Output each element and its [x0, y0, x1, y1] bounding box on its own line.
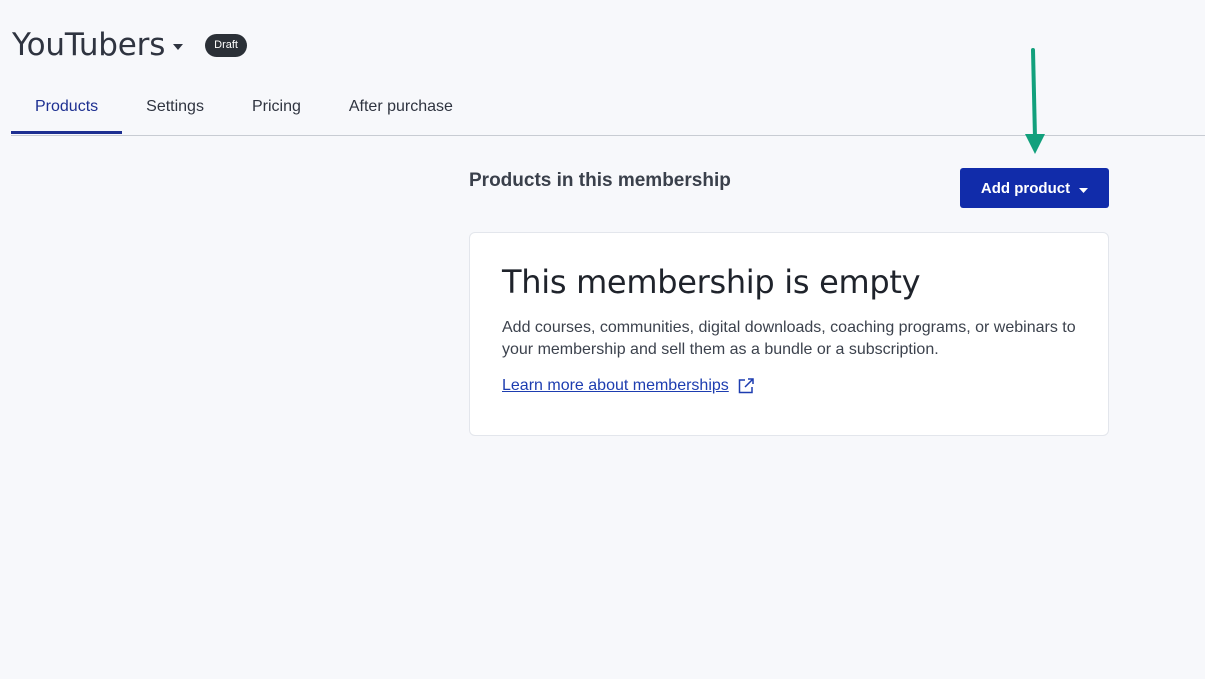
- empty-state-card: This membership is empty Add courses, co…: [469, 232, 1109, 436]
- caret-down-icon: [1079, 180, 1089, 197]
- empty-state-description: Add courses, communities, digital downlo…: [502, 319, 1076, 358]
- learn-more-label: Learn more about memberships: [502, 377, 729, 394]
- membership-title-dropdown[interactable]: YouTubers: [12, 24, 184, 66]
- status-badge: Draft: [205, 33, 247, 57]
- section-title: Products in this membership: [469, 170, 731, 191]
- add-product-button[interactable]: Add product: [960, 168, 1109, 208]
- add-product-label: Add product: [980, 179, 1071, 197]
- tab-settings[interactable]: Settings: [122, 84, 228, 134]
- external-link-icon: [738, 378, 754, 394]
- tab-after-purchase[interactable]: After purchase: [325, 84, 477, 134]
- page-title: YouTubers: [12, 27, 166, 63]
- tab-pricing[interactable]: Pricing: [228, 84, 325, 134]
- arrow-down-icon: [1025, 48, 1045, 154]
- page: YouTubers Draft Products Settings Pricin…: [0, 0, 1205, 679]
- learn-more-link[interactable]: Learn more about memberships: [502, 377, 755, 395]
- empty-state-heading: This membership is empty: [502, 263, 921, 301]
- caret-down-icon: [173, 37, 184, 55]
- page-header: YouTubers Draft: [12, 24, 247, 66]
- tab-products[interactable]: Products: [11, 84, 123, 134]
